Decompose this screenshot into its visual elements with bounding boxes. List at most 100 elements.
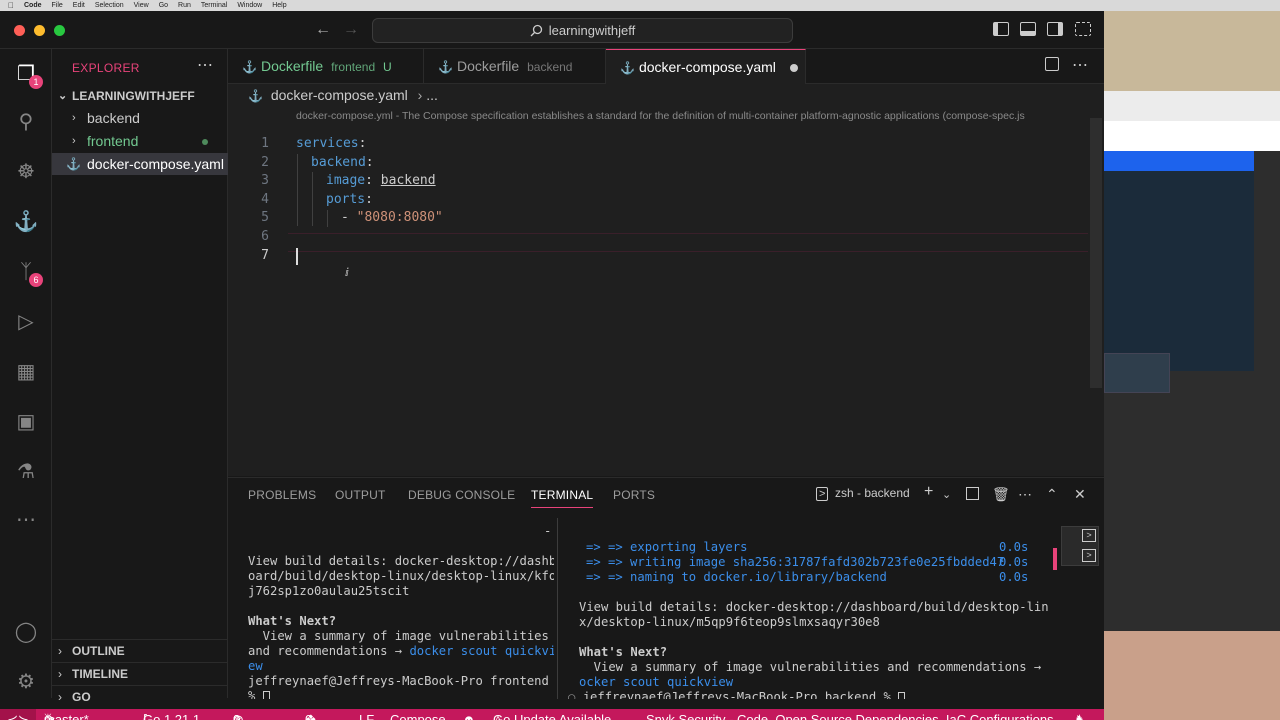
maximize-window-button[interactable]: [54, 25, 65, 36]
extensions-icon[interactable]: ▦: [13, 359, 39, 385]
indent-guide: [312, 172, 313, 226]
explorer-more-icon[interactable]: ⋯: [197, 55, 213, 75]
tab-problems[interactable]: PROBLEMS: [248, 488, 316, 502]
scm-badge: 6: [29, 273, 43, 287]
back-arrow-icon[interactable]: ←: [315, 21, 331, 39]
tab-git-status: U: [383, 60, 392, 74]
run-debug-icon[interactable]: ▷: [13, 309, 39, 335]
modified-dot: [202, 139, 208, 145]
terminal-link[interactable]: docker scout quickvi: [409, 644, 554, 658]
chevron-right-icon: ›: [58, 667, 62, 681]
new-terminal-icon[interactable]: +: [924, 483, 933, 501]
customize-layout-icon[interactable]: [1075, 22, 1091, 36]
terminal-left[interactable]: - View build details: docker-desktop://d…: [248, 524, 554, 699]
explorer-badge: 1: [29, 75, 43, 89]
code-editor[interactable]: docker-compose.yml - The Compose specifi…: [228, 106, 1104, 476]
terminal-line: 0.0s: [999, 555, 1029, 569]
source-control-icon[interactable]: ᛉ6: [13, 259, 43, 287]
breadcrumb-separator: ›: [417, 87, 423, 103]
menu-app-name[interactable]: Code: [24, 2, 42, 9]
minimize-window-button[interactable]: [34, 25, 45, 36]
unsaved-dot-icon[interactable]: [789, 64, 798, 72]
explorer-icon[interactable]: ❐ 1: [13, 61, 43, 89]
terminal-tabs-list[interactable]: > >: [1061, 526, 1099, 566]
tab-dockerfile-backend[interactable]: ⚓ Dockerfile backend: [424, 49, 606, 84]
chevron-down-icon[interactable]: ⌄: [942, 488, 951, 501]
copilot-icon[interactable]: ☻: [462, 709, 476, 720]
menu-view[interactable]: View: [134, 2, 149, 9]
bottom-panel: PROBLEMS OUTPUT DEBUG CONSOLE TERMINAL P…: [228, 477, 1104, 699]
file-docker-compose[interactable]: ⚓ docker-compose.yaml: [52, 153, 228, 175]
terminal-instance-icon[interactable]: >: [1082, 549, 1096, 562]
yaml-punct: :: [358, 136, 367, 151]
account-icon[interactable]: ◯: [13, 619, 39, 645]
remote-indicator-icon[interactable]: ≺≻: [0, 709, 36, 720]
editor-more-icon[interactable]: ⋯: [1072, 55, 1088, 75]
tab-ports[interactable]: PORTS: [613, 488, 655, 502]
menu-window[interactable]: Window: [237, 2, 262, 9]
testing-icon[interactable]: ⚗: [13, 459, 39, 485]
maximize-panel-icon[interactable]: ⌃: [1046, 486, 1058, 503]
panel-more-icon[interactable]: ⋯: [1018, 486, 1032, 503]
section-go[interactable]: › GO: [52, 685, 228, 707]
toggle-panel-icon[interactable]: [1020, 22, 1036, 36]
terminal-instance-icon[interactable]: >: [1082, 529, 1096, 542]
title-bar: ← → learningwithjeff: [0, 11, 1104, 49]
tab-dockerfile-frontend[interactable]: ⚓ Dockerfile frontend U: [228, 49, 424, 84]
close-window-button[interactable]: [14, 25, 25, 36]
menu-run[interactable]: Run: [178, 2, 191, 9]
eol-status[interactable]: LF: [359, 709, 374, 720]
kubernetes-icon[interactable]: ☸: [13, 159, 39, 185]
folder-frontend[interactable]: › frontend: [52, 130, 228, 152]
mac-menu-bar:  Code File Edit Selection View Go Run T…: [0, 0, 1280, 11]
menu-terminal[interactable]: Terminal: [201, 2, 227, 9]
section-timeline[interactable]: › TIMELINE: [52, 662, 228, 684]
apple-icon[interactable]: : [8, 1, 14, 10]
editor-scrollbar[interactable]: [1090, 118, 1102, 388]
tab-label: Dockerfile: [456, 58, 520, 74]
command-center-search[interactable]: learningwithjeff: [372, 18, 793, 43]
split-terminal-icon[interactable]: [966, 487, 979, 500]
more-views-icon[interactable]: ⋯: [13, 507, 39, 533]
snyk-status[interactable]: Snyk Security - Code, Open Source Depend…: [646, 709, 1054, 720]
folder-label: frontend: [87, 133, 139, 149]
yaml-dash: -: [341, 210, 357, 225]
chevron-right-icon: ›: [58, 690, 62, 704]
remote-explorer-icon[interactable]: ▣: [13, 409, 39, 435]
terminal-split-divider[interactable]: [557, 518, 558, 699]
notifications-bell-icon[interactable]: ♞: [1074, 709, 1086, 720]
toggle-secondary-sidebar-icon[interactable]: [1047, 22, 1063, 36]
docker-icon[interactable]: ⚓: [13, 209, 39, 235]
terminal-prompt: jeffreynaef@Jeffreys-MacBook-Pro fronten…: [248, 674, 549, 688]
search-view-icon[interactable]: ⚲: [13, 109, 39, 135]
section-outline[interactable]: › OUTLINE: [52, 639, 228, 661]
tab-output[interactable]: OUTPUT: [335, 488, 386, 502]
tab-docker-compose[interactable]: ⚓ docker-compose.yaml: [606, 49, 806, 84]
terminal-link[interactable]: ocker scout quickview: [579, 675, 733, 690]
menu-selection[interactable]: Selection: [95, 2, 124, 9]
menu-edit[interactable]: Edit: [73, 2, 85, 9]
schema-codelens[interactable]: docker-compose.yml - The Compose specifi…: [296, 110, 1096, 122]
folder-backend[interactable]: › backend: [52, 107, 228, 129]
forward-arrow-icon[interactable]: →: [343, 21, 359, 39]
menu-file[interactable]: File: [52, 2, 63, 9]
toggle-sidebar-icon[interactable]: [993, 22, 1009, 36]
terminal-scroll-marker: [1053, 548, 1057, 570]
code-line-1: services:: [296, 136, 366, 151]
tab-terminal[interactable]: TERMINAL: [531, 488, 594, 508]
terminal-name[interactable]: zsh - backend: [835, 486, 910, 500]
menu-go[interactable]: Go: [159, 2, 168, 9]
trash-icon[interactable]: 🗑: [992, 486, 1010, 503]
terminal-right[interactable]: => => exporting layers 0.0s => => writin…: [568, 524, 1048, 699]
tab-debug-console[interactable]: DEBUG CONSOLE: [408, 488, 515, 502]
split-editor-icon[interactable]: [1045, 57, 1059, 71]
close-panel-icon[interactable]: ✕: [1074, 486, 1086, 503]
language-status[interactable]: Compose: [390, 709, 446, 720]
breadcrumb-more[interactable]: ...: [426, 87, 438, 103]
terminal-link[interactable]: ew: [248, 659, 263, 674]
settings-gear-icon[interactable]: ⚙: [13, 669, 39, 695]
workspace-root[interactable]: ⌄ LEARNINGWITHJEFF: [52, 85, 228, 107]
go-version-label: Go 1.21.1: [143, 712, 201, 720]
breadcrumb-file[interactable]: docker-compose.yaml: [271, 87, 408, 103]
menu-help[interactable]: Help: [272, 2, 286, 9]
